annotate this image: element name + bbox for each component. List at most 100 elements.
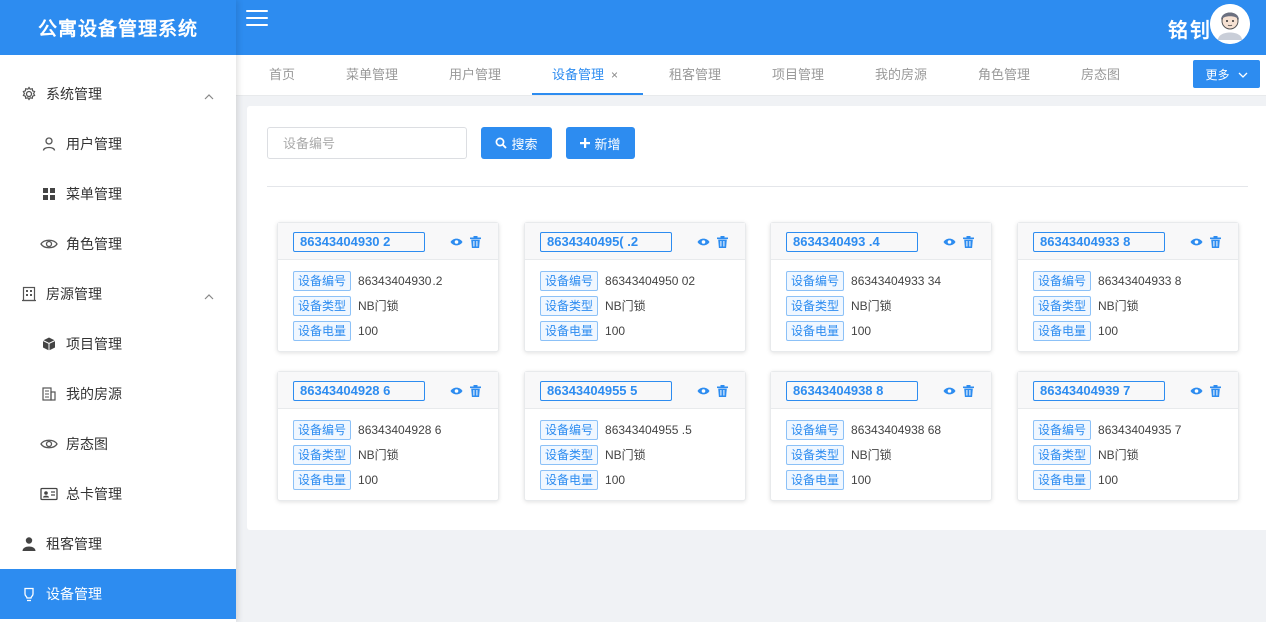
tab-room-status[interactable]: 房态图	[1081, 55, 1120, 95]
plus-icon	[580, 138, 591, 148]
device-code-value: 86343404933 8	[1098, 273, 1182, 288]
app-title: 公寓设备管理系统	[0, 0, 236, 55]
device-type-value: NB门锁	[358, 299, 399, 313]
top-header: 铭钊	[236, 0, 1266, 55]
chevron-up-icon	[204, 87, 214, 103]
device-type-label: 设备类型	[1033, 295, 1092, 316]
trash-icon[interactable]	[962, 235, 975, 248]
eye-icon[interactable]	[697, 235, 710, 248]
device-card-title: 86343404930 2	[293, 232, 425, 252]
device-power-value: 100	[1098, 472, 1119, 487]
sidebar-item-users[interactable]: 用户管理	[0, 119, 236, 169]
device-card: 86343404939 7 设备编号 86343404935 7 设备类型 NB门锁 设备…	[1017, 371, 1239, 501]
tab-projects[interactable]: 项目管理	[772, 55, 824, 95]
trash-icon[interactable]	[469, 384, 482, 397]
device-power-label: 设备电量	[1033, 469, 1092, 490]
sidebar-menu: 系统管理 用户管理 菜单管理 角色管理 房源管理 项目管理 我的房源 房态图 总…	[0, 55, 236, 619]
search-icon	[495, 137, 508, 149]
sidebar-item-projects[interactable]: 项目管理	[0, 319, 236, 369]
device-card-body: 设备编号 86343404930 .2 设备类型 NB门锁 设备电量 100	[278, 260, 498, 343]
tab-users[interactable]: 用户管理	[449, 55, 501, 95]
tab-menus[interactable]: 菜单管理	[346, 55, 398, 95]
device-power-label: 设备电量	[540, 320, 599, 341]
device-code-search-input[interactable]	[267, 127, 467, 159]
eye-icon[interactable]	[450, 235, 463, 248]
device-code-value: 86343404950 02	[605, 273, 696, 288]
sidebar-item-housing[interactable]: 房源管理	[0, 269, 236, 319]
device-power-row: 设备电量 100	[786, 318, 991, 343]
device-power-row: 设备电量 100	[540, 318, 745, 343]
eye-icon[interactable]	[943, 235, 956, 248]
sidebar-item-devices[interactable]: 设备管理	[0, 569, 236, 619]
device-card-body: 设备编号 86343404928 6 设备类型 NB门锁 设备电量 100	[278, 409, 498, 492]
device-code-label: 设备编号	[786, 419, 845, 440]
device-type-row: 设备类型 NB门锁	[540, 293, 745, 318]
add-button[interactable]: 新增	[566, 127, 635, 159]
cube-icon	[40, 335, 58, 353]
device-card-title: 8634340495( .2	[540, 232, 672, 252]
content-panel: 搜索 新增 86343404930 2 设备编号 86343404930 .2 设备类…	[247, 106, 1266, 530]
sidebar-item-my-houses[interactable]: 我的房源	[0, 369, 236, 419]
sidebar-item-label: 设备管理	[46, 586, 102, 602]
sidebar-item-room-status[interactable]: 房态图	[0, 419, 236, 469]
search-button[interactable]: 搜索	[481, 127, 552, 159]
user-icon	[40, 135, 58, 153]
tab-roles[interactable]: 角色管理	[978, 55, 1030, 95]
device-card-header: 8634340495( .2	[525, 223, 745, 260]
user-name[interactable]: 铭钊	[1168, 14, 1212, 43]
trash-icon[interactable]	[1209, 235, 1222, 248]
device-power-row: 设备电量 100	[1033, 467, 1238, 492]
device-code-row: 设备编号 86343404950 02	[540, 268, 745, 293]
device-card-title: 86343404933 8	[1033, 232, 1165, 252]
eye-icon[interactable]	[1190, 235, 1203, 248]
chevron-down-icon	[1238, 67, 1248, 81]
trash-icon[interactable]	[716, 384, 729, 397]
trash-icon[interactable]	[469, 235, 482, 248]
device-card-title: 8634340493 .4	[786, 232, 918, 252]
eye-icon[interactable]	[697, 384, 710, 397]
eye-icon[interactable]	[450, 384, 463, 397]
sidebar-item-tenants[interactable]: 租客管理	[0, 519, 236, 569]
person-icon	[20, 535, 38, 553]
eye-icon[interactable]	[1190, 384, 1203, 397]
device-power-label: 设备电量	[293, 469, 352, 490]
building-icon	[20, 285, 38, 303]
menu-toggle-icon[interactable]	[246, 10, 268, 28]
device-code-row: 设备编号 86343404933 8	[1033, 268, 1238, 293]
device-type-value: NB门锁	[851, 299, 892, 313]
close-icon[interactable]: ×	[611, 68, 618, 82]
device-power-value: 100	[358, 323, 379, 338]
tab-home[interactable]: 首页	[269, 55, 295, 95]
tab-devices[interactable]: 设备管理 ×	[532, 55, 643, 95]
trash-icon[interactable]	[1209, 384, 1222, 397]
device-card-title: 86343404939 7	[1033, 381, 1165, 401]
divider	[267, 186, 1248, 187]
tab-label: 设备管理	[552, 67, 605, 82]
tab-bar: 首页 菜单管理 用户管理 设备管理 × 租客管理 项目管理 我的房源 角色管理 房…	[236, 55, 1266, 96]
tab-my-houses[interactable]: 我的房源	[875, 55, 927, 95]
device-code-label: 设备编号	[293, 419, 352, 440]
trash-icon[interactable]	[962, 384, 975, 397]
device-power-value: 100	[358, 472, 379, 487]
sidebar-item-menus[interactable]: 菜单管理	[0, 169, 236, 219]
eye-icon[interactable]	[943, 384, 956, 397]
device-card: 86343404955 5 设备编号 86343404955 .5 设备类型 NB门锁设…	[524, 371, 746, 501]
eye-icon	[40, 435, 58, 453]
device-card-header: 86343404955 5	[525, 372, 745, 409]
trash-icon[interactable]	[716, 235, 729, 248]
device-power-label: 设备电量	[786, 320, 845, 341]
device-card: 8634340495( .2 设备编号 86343404950 02 设备类型 NB门锁…	[524, 222, 746, 352]
device-type-row: 设备类型 NB门锁	[1033, 293, 1238, 318]
grid-icon	[40, 185, 58, 203]
tab-tenants[interactable]: 租客管理	[669, 55, 721, 95]
device-card-header: 86343404928 6	[278, 372, 498, 409]
sidebar-item-roles[interactable]: 角色管理	[0, 219, 236, 269]
sidebar-item-master-card[interactable]: 总卡管理	[0, 469, 236, 519]
sidebar-item-system[interactable]: 系统管理	[0, 69, 236, 119]
avatar[interactable]	[1210, 4, 1250, 44]
device-card-body: 设备编号 86343404933 8 设备类型 NB门锁 设备电量 100	[1018, 260, 1238, 343]
device-type-value: NB门锁	[851, 448, 892, 462]
device-type-label: 设备类型	[786, 295, 845, 316]
device-power-value: 100	[851, 323, 872, 338]
more-tabs-button[interactable]: 更多	[1193, 60, 1260, 88]
